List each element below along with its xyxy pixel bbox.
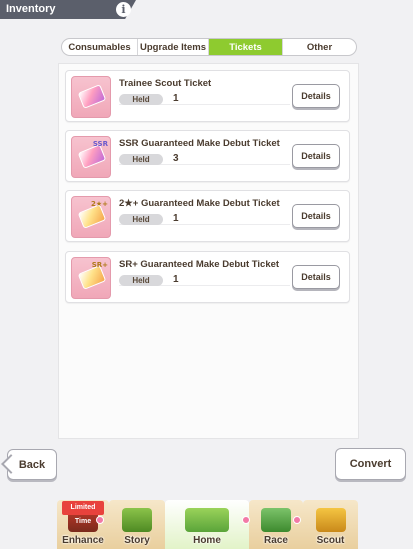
nav-home[interactable]: Home bbox=[165, 500, 249, 549]
tab-other[interactable]: Other bbox=[283, 39, 356, 55]
nav-label: Home bbox=[193, 535, 221, 546]
details-button[interactable]: Details bbox=[292, 84, 340, 108]
ticket-tag: SR+ bbox=[91, 261, 108, 269]
held-row: Held 3 bbox=[119, 153, 290, 165]
ticket-card-ssr: SSR SSR Guaranteed Make Debut Ticket Hel… bbox=[65, 130, 350, 182]
nav-label: Race bbox=[264, 535, 288, 546]
ticket-tag: SSR bbox=[92, 140, 108, 148]
held-row: Held 1 bbox=[119, 93, 290, 105]
ticket-card-2star: 2★+ 2★+ Guaranteed Make Debut Ticket Hel… bbox=[65, 190, 350, 242]
held-row: Held 1 bbox=[119, 213, 290, 225]
back-label: Back bbox=[18, 458, 46, 471]
held-label: Held bbox=[119, 275, 163, 286]
tab-bar: Consumables Upgrade Items Tickets Other bbox=[61, 38, 357, 56]
held-label: Held bbox=[119, 214, 163, 225]
ticket-icon: SR+ bbox=[71, 257, 111, 299]
held-label: Held bbox=[119, 94, 163, 105]
held-label: Held bbox=[119, 154, 163, 165]
info-icon[interactable]: i bbox=[116, 2, 131, 17]
story-icon bbox=[122, 508, 152, 532]
nav-label: Story bbox=[124, 535, 150, 546]
home-icon bbox=[185, 508, 229, 532]
nav-race[interactable]: Race bbox=[249, 500, 303, 549]
held-count: 1 bbox=[173, 93, 179, 104]
details-button[interactable]: Details bbox=[292, 204, 340, 228]
held-count: 1 bbox=[173, 213, 179, 224]
details-button[interactable]: Details bbox=[292, 144, 340, 168]
nav-scout[interactable]: Scout bbox=[303, 500, 358, 549]
held-row: Held 1 bbox=[119, 274, 290, 286]
scout-icon bbox=[315, 508, 346, 532]
page-title: Inventory bbox=[6, 3, 56, 15]
ticket-name: SSR Guaranteed Make Debut Ticket bbox=[119, 138, 280, 149]
held-count: 3 bbox=[173, 153, 179, 164]
notification-dot bbox=[293, 516, 301, 524]
nav-story[interactable]: Story bbox=[109, 500, 165, 549]
ticket-name: Trainee Scout Ticket bbox=[119, 78, 212, 89]
convert-button[interactable]: Convert bbox=[335, 448, 406, 480]
tab-consumables[interactable]: Consumables bbox=[62, 39, 138, 55]
tab-tickets[interactable]: Tickets bbox=[209, 39, 283, 55]
ticket-icon bbox=[71, 76, 111, 118]
held-count: 1 bbox=[173, 274, 179, 285]
notification-dot bbox=[242, 516, 250, 524]
ticket-name: 2★+ Guaranteed Make Debut Ticket bbox=[119, 198, 280, 209]
ticket-tag: 2★+ bbox=[90, 200, 108, 208]
ticket-card-sr: SR+ SR+ Guaranteed Make Debut Ticket Hel… bbox=[65, 251, 350, 303]
nav-label: Scout bbox=[316, 535, 345, 546]
limited-time-badge: Limited Time bbox=[62, 501, 104, 525]
details-button[interactable]: Details bbox=[292, 265, 340, 289]
ticket-name: SR+ Guaranteed Make Debut Ticket bbox=[119, 259, 280, 270]
tab-upgrade-items[interactable]: Upgrade Items bbox=[138, 39, 209, 55]
back-button[interactable]: Back bbox=[1, 449, 57, 480]
notification-dot bbox=[96, 516, 104, 524]
race-icon bbox=[261, 508, 291, 532]
ticket-icon: SSR bbox=[71, 136, 111, 178]
ticket-card-trainee-scout: Trainee Scout Ticket Held 1 Details bbox=[65, 70, 350, 122]
ticket-icon: 2★+ bbox=[71, 196, 111, 238]
nav-label: Enhance bbox=[62, 535, 104, 546]
